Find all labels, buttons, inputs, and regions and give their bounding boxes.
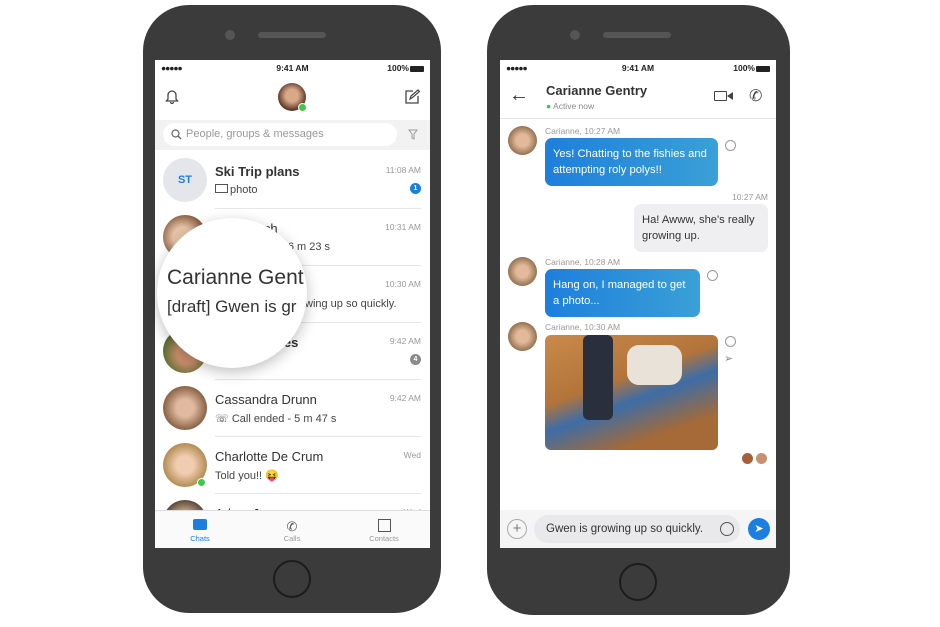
call-ended-icon: ☏ [215,413,232,425]
chat-time: 9:42 AM [389,336,421,346]
image-icon [215,184,228,193]
chat-preview: wing up so quickly. [305,298,397,310]
tab-calls[interactable]: ✆ Calls [252,519,332,543]
status-bar: ●●●●● 9:41 AM 100% [155,60,430,76]
home-button[interactable] [619,563,657,601]
home-button[interactable] [273,560,311,598]
unread-badge: 1 [410,183,421,194]
reaction-smiley-icon[interactable] [707,270,718,281]
chat-time: Wed [403,450,421,460]
photo-message[interactable] [545,335,718,450]
magnified-name: Carianne Gent [167,266,304,289]
phone-icon: ✆ [286,519,298,534]
unread-badge: 4 [410,354,421,365]
chat-time: 9:42 AM [389,393,421,403]
group-avatar: ST [163,158,207,202]
add-button[interactable]: + [507,519,527,539]
search-input[interactable]: People, groups & messages [163,123,397,146]
battery-icon [756,65,770,72]
chat-preview: Told you!! [215,470,263,482]
tab-chats[interactable]: Chats [160,519,240,543]
audio-call-icon[interactable]: ✆ [749,86,762,106]
chat-name: Cassandra Drunn [215,392,317,407]
tab-contacts[interactable]: Contacts [344,519,424,543]
magnifier-lens: Carianne Gent [draft] Gwen is gr [157,218,307,368]
chat-preview: photo [230,184,258,196]
back-arrow-icon[interactable]: ← [509,84,529,107]
online-indicator [298,103,307,112]
contact-avatar [163,386,207,430]
speaker [603,32,671,38]
online-indicator [197,478,206,487]
chat-time: 10:31 AM [385,222,421,232]
front-camera [570,30,580,40]
search-placeholder: People, groups & messages [186,128,324,140]
sender-avatar [508,322,537,351]
chat-time: 10:30 AM [385,279,421,289]
status-bar: ●●●●● 9:41 AM 100% [500,60,776,76]
emoji-icon: 😝 [265,470,279,482]
conversation-screen: ●●●●● 9:41 AM 100% ← Carianne Gentry ● A… [500,60,776,548]
composer-bar: + Gwen is growing up so quickly. ➤ [500,510,776,548]
speaker [258,32,326,38]
chat-row-cassandra[interactable]: Cassandra Drunn ☏ Call ended - 5 m 47 s … [155,380,430,437]
contact-name[interactable]: Carianne Gentry [546,83,647,98]
sender-avatar [508,257,537,286]
chat-name: Ski Trip plans [215,164,300,179]
front-camera [225,30,235,40]
battery-icon [410,65,424,72]
tab-bar: Chats ✆ Calls Contacts [155,510,430,548]
forward-icon[interactable]: ➢ [724,352,733,365]
send-button[interactable]: ➤ [748,518,770,540]
reaction-smiley-icon[interactable] [725,140,736,151]
message-input[interactable]: Gwen is growing up so quickly. [534,515,740,543]
video-lens [727,92,733,100]
reaction-smiley-icon[interactable] [725,336,736,347]
magnified-draft: [draft] Gwen is gr [167,297,297,316]
contacts-icon [377,519,391,532]
filter-icon[interactable] [408,129,418,140]
bell-icon[interactable] [165,88,179,104]
chat-row-ski-trip[interactable]: ST Ski Trip plans photo 11:08 AM 1 [155,152,430,209]
chat-name: Charlotte De Crum [215,449,324,464]
message-bubble[interactable]: Yes! Chatting to the fishies and attempt… [545,138,718,186]
battery-level: 100% [387,63,409,73]
presence-status: ● Active now [546,101,595,111]
chat-row-charlotte[interactable]: Charlotte De Crum Told you!! 😝 Wed [155,437,430,494]
chat-time: 11:08 AM [385,165,421,175]
compose-icon[interactable] [404,89,420,105]
chats-icon [193,519,207,530]
read-receipt-avatar [756,453,767,464]
sender-avatar [508,126,537,155]
video-call-icon[interactable] [714,91,727,101]
message-bubble[interactable]: Ha! Awww, she's really growing up. [634,204,768,252]
search-icon [171,129,182,140]
emoji-picker-icon[interactable] [720,522,734,536]
message-bubble[interactable]: Hang on, I managed to get a photo... [545,269,700,317]
chat-preview: Call ended - 5 m 47 s [231,413,337,425]
read-receipt-avatar [742,453,753,464]
